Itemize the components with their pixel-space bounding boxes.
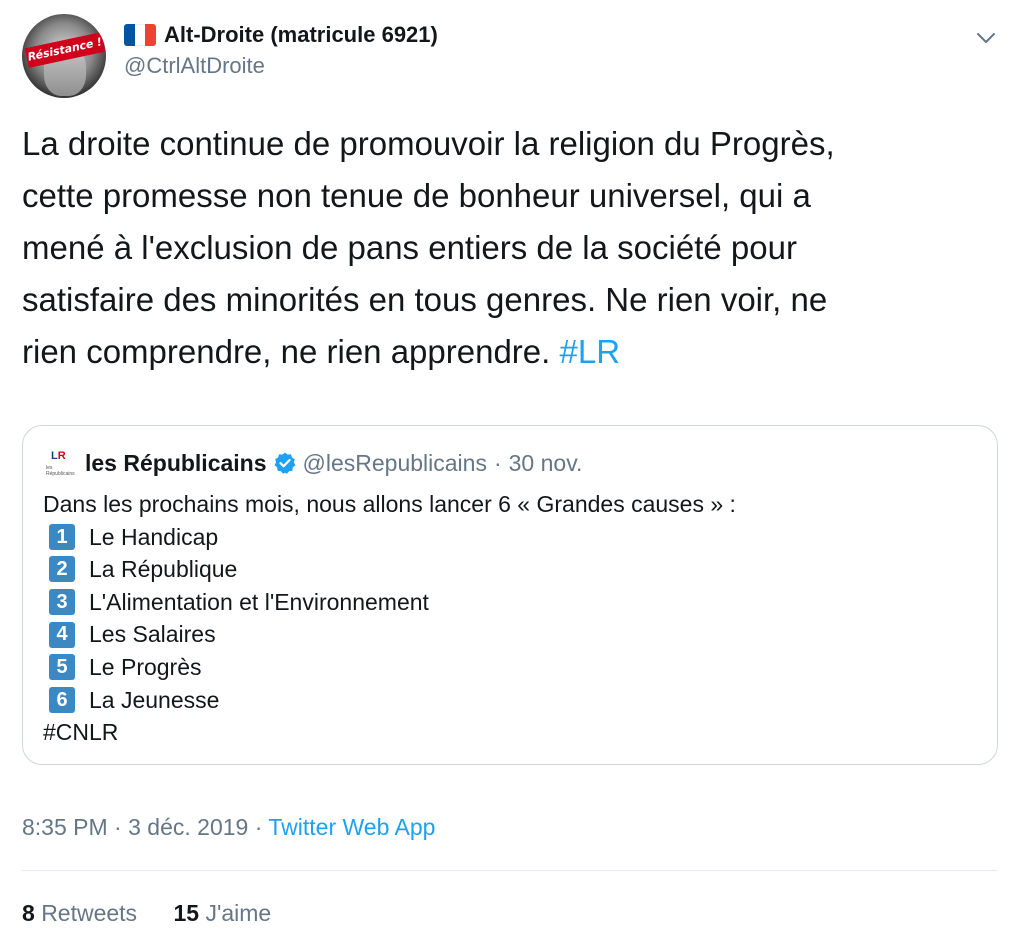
meta-separator: · (254, 814, 263, 840)
quoted-hashtag: #CNLR (43, 719, 119, 746)
retweets-count: 8 (22, 900, 35, 926)
keycap-four-icon: 4 (49, 621, 75, 648)
cause-label: Le Handicap (89, 523, 219, 550)
quoted-tweet-body: Dans les prochains mois, nous allons lan… (43, 488, 973, 749)
cause-item: 4 Les Salaires (43, 618, 973, 651)
tweet-time[interactable]: 8:35 PM (22, 814, 108, 840)
cause-item: 5 Le Progrès (43, 651, 973, 684)
tweet-hashtag-link[interactable]: #LR (559, 333, 620, 370)
keycap-five-icon: 5 (49, 654, 75, 681)
quoted-author-handle: @lesRepublicains (302, 449, 487, 476)
keycap-two-icon: 2 (49, 556, 75, 583)
cause-item: 3 L'Alimentation et l'Environnement (43, 586, 973, 619)
divider (22, 870, 998, 871)
cause-label: La République (89, 556, 238, 583)
tweet-timestamp-row: 8:35 PM · 3 déc. 2019 · Twitter Web App (22, 810, 435, 844)
author-display-name-row[interactable]: Alt-Droite (matricule 6921) (124, 20, 438, 50)
retweets-label: Retweets (41, 900, 138, 926)
tweet-stats: 8 Retweets 15 J'aime (22, 896, 301, 930)
tweet-date[interactable]: 3 déc. 2019 (128, 814, 248, 840)
cause-label: L'Alimentation et l'Environnement (89, 588, 429, 615)
retweets-stat[interactable]: 8 Retweets (22, 896, 137, 930)
meta-separator: · (114, 814, 122, 840)
verified-badge-icon (274, 452, 295, 474)
cause-item: 6 La Jeunesse (43, 684, 973, 717)
quoted-meta-separator: · (493, 449, 502, 476)
cause-item: 1 Le Handicap (43, 521, 973, 554)
likes-stat[interactable]: 15 J'aime (173, 896, 271, 930)
cause-label: Le Progrès (89, 653, 202, 680)
keycap-one-icon: 1 (49, 523, 75, 550)
keycap-six-icon: 6 (49, 686, 75, 713)
tweet-text: La droite continue de promouvoir la reli… (22, 118, 982, 378)
author-handle[interactable]: @CtrlAltDroite (124, 50, 438, 82)
quoted-tweet-card[interactable]: LR les Républicains les Républicains @le… (22, 425, 998, 765)
quoted-date: 30 nov. (508, 449, 583, 476)
tweet-body: La droite continue de promouvoir la reli… (22, 125, 835, 370)
tweet-source-link[interactable]: Twitter Web App (268, 814, 435, 840)
chevron-down-icon[interactable] (974, 26, 998, 50)
author-names: Alt-Droite (matricule 6921) @CtrlAltDroi… (124, 20, 438, 82)
keycap-three-icon: 3 (49, 589, 75, 616)
quoted-author-name: les Républicains (85, 449, 267, 476)
quoted-author-avatar: LR les Républicains (43, 448, 75, 478)
cause-label: Les Salaires (89, 621, 216, 648)
quoted-intro: Dans les prochains mois, nous allons lan… (43, 491, 736, 517)
likes-label: J'aime (205, 900, 272, 926)
author-display-name: Alt-Droite (matricule 6921) (164, 22, 438, 47)
cause-label: La Jeunesse (89, 686, 220, 713)
tweet-header: Résistance ! Alt-Droite (matricule 6921)… (22, 14, 1006, 100)
author-avatar[interactable]: Résistance ! (22, 14, 106, 98)
french-flag-icon (124, 24, 156, 46)
likes-count: 15 (173, 900, 200, 926)
quoted-avatar-text: les Républicains (46, 465, 75, 477)
cause-item: 2 La République (43, 553, 973, 586)
quoted-tweet-header: LR les Républicains les Républicains @le… (43, 446, 582, 480)
